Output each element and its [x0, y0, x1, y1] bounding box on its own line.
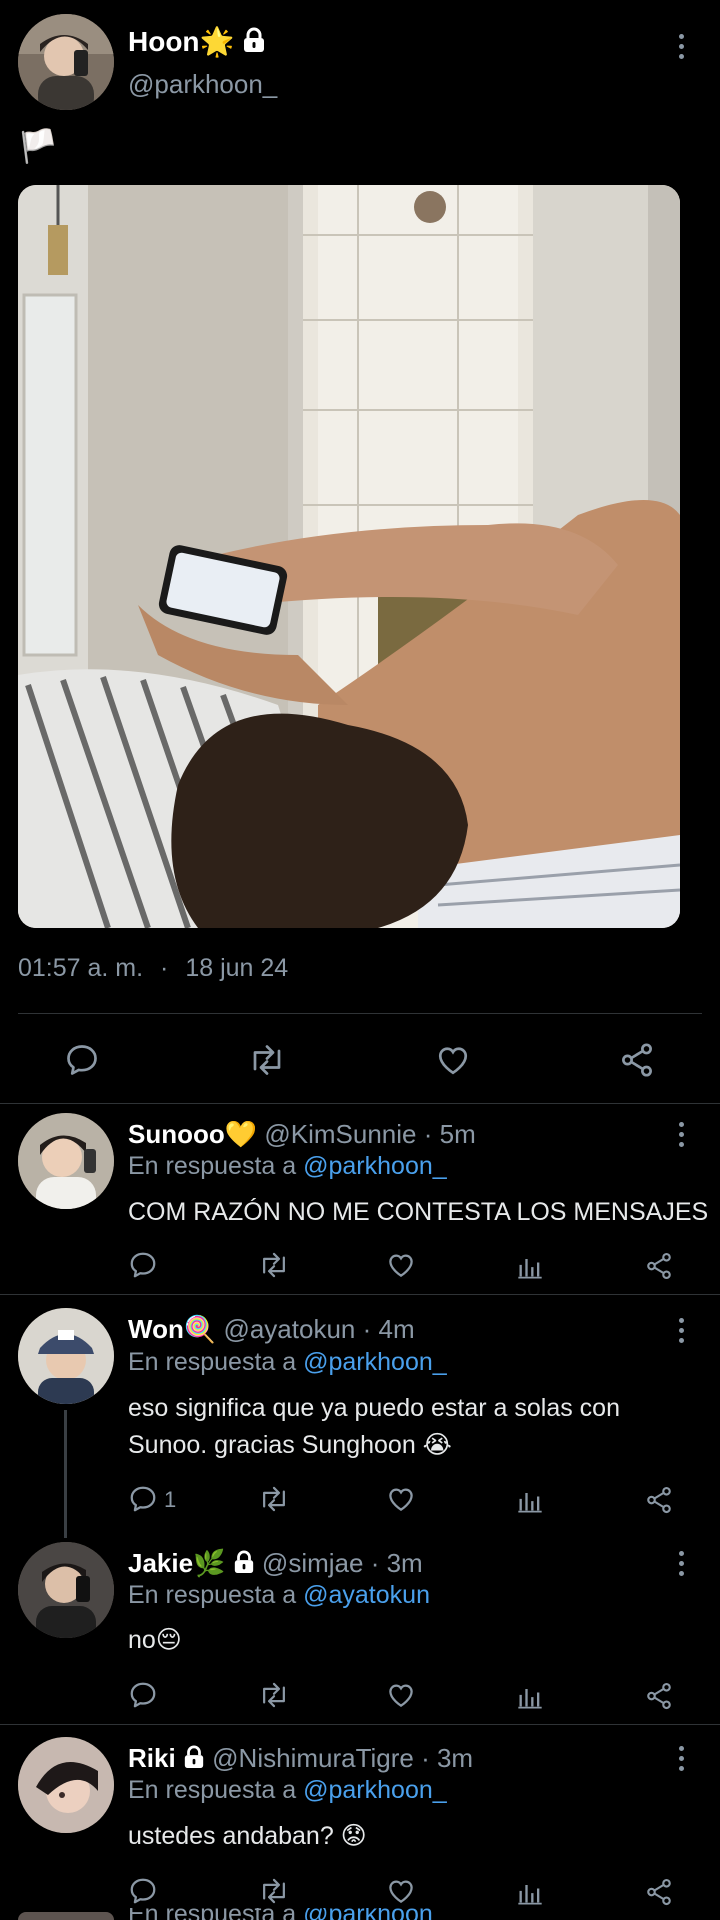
- more-icon[interactable]: [676, 1318, 686, 1343]
- in-reply-to: En respuesta a @parkhoon_: [128, 1774, 447, 1806]
- reply-handle[interactable]: @NishimuraTigre: [212, 1743, 414, 1773]
- reply-text: ustedes andaban? 😟: [128, 1822, 367, 1850]
- reply-action-bar: [0, 1676, 720, 1716]
- share-icon[interactable]: [618, 1040, 656, 1080]
- views-icon[interactable]: [516, 1682, 544, 1710]
- tweet-date: 18 jun 24: [185, 954, 289, 982]
- in-reply-prefix: En respuesta a: [128, 1152, 297, 1180]
- in-reply-to: En respuesta a @parkhoon_: [128, 1150, 447, 1182]
- more-icon[interactable]: [676, 1551, 686, 1576]
- in-reply-to: En respuesta a @ayatokun: [128, 1579, 430, 1611]
- in-reply-prefix: En respuesta a: [128, 1776, 297, 1804]
- views-icon[interactable]: [516, 1486, 544, 1514]
- in-reply-prefix: En respuesta a: [128, 1908, 296, 1920]
- main-action-bar: [0, 1040, 720, 1080]
- reply-handle[interactable]: @simjae: [262, 1548, 364, 1578]
- reply-avatar[interactable]: [18, 1113, 114, 1209]
- retweet-icon[interactable]: [258, 1680, 290, 1710]
- reply-avatar[interactable]: [18, 1542, 114, 1638]
- reply-count: 1: [164, 1487, 177, 1512]
- reply-action-bar: [0, 1872, 720, 1912]
- divider: [18, 1013, 702, 1014]
- heart-icon[interactable]: [386, 1484, 416, 1514]
- lock-icon: [183, 1744, 205, 1776]
- reply-name-emoji: 🍭: [183, 1314, 217, 1344]
- reply-display-name[interactable]: Won: [128, 1314, 184, 1344]
- heart-icon[interactable]: [386, 1680, 416, 1710]
- share-icon[interactable]: [644, 1250, 674, 1282]
- reply-time: · 3m: [370, 1548, 423, 1578]
- tweet-time: 01:57 a. m.: [18, 954, 144, 982]
- reply-handle[interactable]: @KimSunnie: [264, 1119, 416, 1149]
- reply-avatar[interactable]: [18, 1308, 114, 1404]
- main-handle[interactable]: @parkhoon_: [128, 68, 277, 100]
- tweet-timestamp: 01:57 a. m. · 18 jun 24: [18, 952, 288, 984]
- reply-display-name[interactable]: Sunooo: [128, 1119, 225, 1149]
- lock-icon: [233, 1549, 255, 1581]
- reply-time: · 4m: [362, 1314, 415, 1344]
- timestamp-separator: ·: [160, 954, 169, 982]
- reply-header: Jakie🌿 @simjae · 3m: [128, 1547, 423, 1581]
- retweet-icon[interactable]: [247, 1042, 287, 1078]
- reply-name-emoji: 🌿: [193, 1548, 226, 1578]
- retweet-icon[interactable]: [258, 1250, 290, 1280]
- reply-icon[interactable]: [128, 1680, 158, 1710]
- main-avatar[interactable]: [18, 14, 114, 110]
- reply-text: COM RAZÓN NO ME CONTESTA LOS MENSAJES: [128, 1198, 709, 1226]
- views-icon[interactable]: [516, 1878, 544, 1906]
- reply-header: Won🍭 @ayatokun · 4m: [128, 1313, 415, 1345]
- in-reply-to: En respuesta a @parkhoon_: [128, 1346, 447, 1378]
- heart-icon[interactable]: [434, 1042, 472, 1078]
- reply-avatar[interactable]: [18, 1912, 114, 1920]
- lock-icon: [242, 26, 266, 62]
- reply-icon[interactable]: [128, 1484, 158, 1514]
- in-reply-handle[interactable]: @parkhoon_: [303, 1776, 447, 1804]
- reply-header: Riki @NishimuraTigre · 3m: [128, 1742, 473, 1776]
- reply-action-bar: [0, 1246, 720, 1286]
- main-name-emoji: 🌟: [199, 26, 235, 57]
- main-tweet-text: 🏳️: [18, 128, 58, 164]
- divider: [0, 1724, 720, 1725]
- in-reply-prefix: En respuesta a: [128, 1348, 297, 1376]
- views-icon[interactable]: [516, 1252, 544, 1280]
- reply-icon[interactable]: [64, 1042, 100, 1078]
- main-display-name[interactable]: Hoon: [128, 26, 200, 57]
- retweet-icon[interactable]: [258, 1876, 290, 1906]
- heart-icon[interactable]: [386, 1250, 416, 1280]
- more-icon[interactable]: [676, 1122, 686, 1147]
- tweet-photo[interactable]: [18, 185, 680, 928]
- reply-action-bar: 1: [0, 1480, 720, 1520]
- divider: [0, 1103, 720, 1104]
- reply-display-name[interactable]: Jakie: [128, 1548, 193, 1578]
- reply-text-line: Sunoo. gracias Sunghoon 😭: [128, 1431, 452, 1459]
- reply-text-line: eso significa que ya puedo estar a solas…: [128, 1394, 620, 1422]
- reply-name-emoji: 💛: [224, 1119, 258, 1149]
- reply-icon[interactable]: [128, 1250, 158, 1280]
- main-name-row: Hoon🌟: [128, 24, 266, 60]
- in-reply-to-partial: En respuesta a @parkhoon_: [128, 1908, 447, 1920]
- reply-time: · 5m: [423, 1119, 476, 1149]
- in-reply-handle[interactable]: @parkhoon_: [303, 1152, 447, 1180]
- in-reply-handle[interactable]: @parkhoon_: [303, 1908, 447, 1920]
- heart-icon[interactable]: [386, 1876, 416, 1906]
- reply-avatar[interactable]: [18, 1737, 114, 1833]
- reply-text: no😔: [128, 1626, 182, 1654]
- reply-handle[interactable]: @ayatokun: [223, 1314, 355, 1344]
- reply-header: Sunooo💛 @KimSunnie · 5m: [128, 1118, 476, 1150]
- more-icon[interactable]: [676, 1746, 686, 1771]
- share-icon[interactable]: [644, 1876, 674, 1908]
- more-icon[interactable]: [676, 34, 686, 59]
- in-reply-handle[interactable]: @ayatokun: [303, 1581, 430, 1609]
- share-icon[interactable]: [644, 1484, 674, 1516]
- share-icon[interactable]: [644, 1680, 674, 1712]
- divider: [0, 1294, 720, 1295]
- reply-time: · 3m: [421, 1743, 474, 1773]
- reply-display-name[interactable]: Riki: [128, 1743, 176, 1773]
- reply-icon[interactable]: [128, 1876, 158, 1906]
- in-reply-prefix: En respuesta a: [128, 1581, 297, 1609]
- reply-text: eso significa que ya puedo estar a solas…: [128, 1390, 620, 1464]
- in-reply-handle[interactable]: @parkhoon_: [303, 1348, 447, 1376]
- retweet-icon[interactable]: [258, 1484, 290, 1514]
